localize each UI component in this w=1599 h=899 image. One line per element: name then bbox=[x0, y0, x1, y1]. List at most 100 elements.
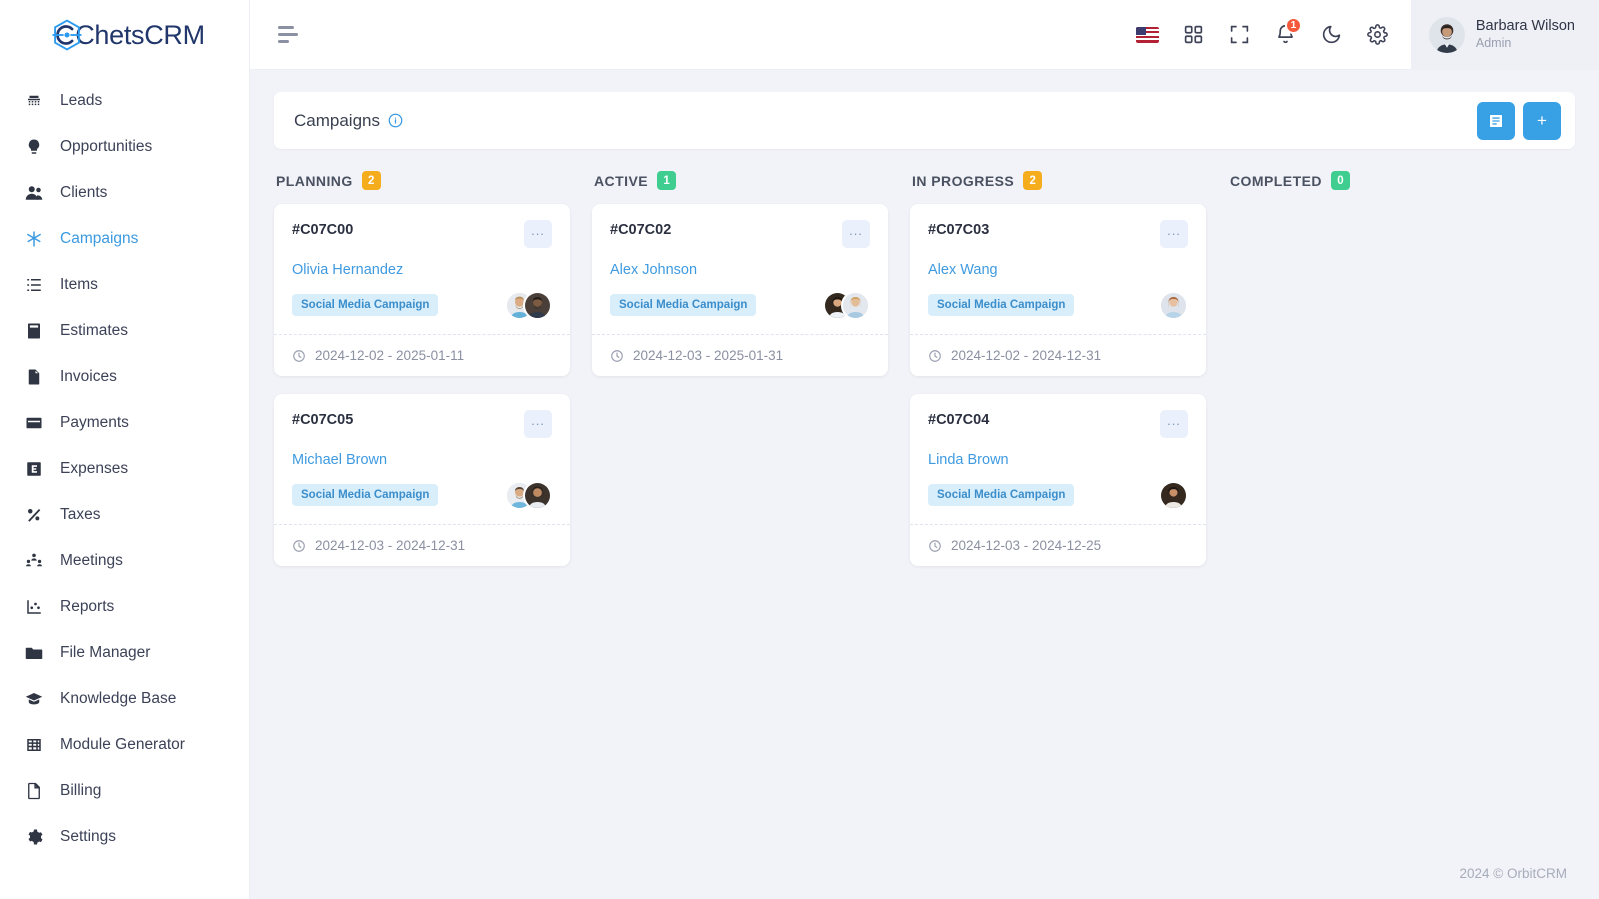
campaign-owner-link[interactable]: Linda Brown bbox=[928, 452, 1188, 468]
users-icon bbox=[24, 184, 43, 203]
hamburger-line bbox=[278, 26, 294, 29]
user-name: Barbara Wilson bbox=[1475, 18, 1575, 35]
column-title: PLANNING bbox=[276, 172, 353, 189]
card-meta: Social Media Campaign bbox=[292, 480, 552, 510]
campaign-owner-link[interactable]: Alex Johnson bbox=[610, 262, 870, 278]
card-menu-button[interactable]: ... bbox=[842, 220, 870, 248]
sidebar: ChetsCRM Leads Opportunities Clients Cam… bbox=[0, 0, 250, 899]
campaign-owner-link[interactable]: Olivia Hernandez bbox=[292, 262, 552, 278]
campaign-owner-link[interactable]: Alex Wang bbox=[928, 262, 1188, 278]
campaign-code: #C07C04 bbox=[928, 412, 990, 428]
list-icon bbox=[24, 276, 43, 295]
assignee-avatars[interactable] bbox=[1159, 290, 1188, 320]
page-header-actions: + bbox=[1477, 101, 1561, 140]
campaign-card[interactable]: #C07C04 ... Linda Brown Social Media Cam… bbox=[910, 394, 1206, 566]
campaign-card[interactable]: #C07C00 ... Olivia Hernandez Social Medi… bbox=[274, 204, 570, 376]
gear-icon bbox=[24, 828, 43, 847]
column-count-badge: 1 bbox=[657, 171, 677, 190]
assignee-avatars[interactable] bbox=[823, 290, 870, 320]
assignee-avatars[interactable] bbox=[505, 480, 552, 510]
sidebar-item-clients[interactable]: Clients bbox=[0, 170, 249, 216]
lightbulb-icon bbox=[24, 138, 43, 157]
column-header: PLANNING 2 bbox=[274, 171, 570, 190]
column-header: ACTIVE 1 bbox=[592, 171, 888, 190]
notification-badge: 1 bbox=[1284, 16, 1302, 34]
sidebar-item-invoices[interactable]: Invoices bbox=[0, 354, 249, 400]
page-title: Campaigns bbox=[294, 110, 380, 130]
apps-grid-icon[interactable] bbox=[1171, 12, 1217, 58]
sidebar-item-billing[interactable]: Billing bbox=[0, 768, 249, 814]
sidebar-item-opportunities[interactable]: Opportunities bbox=[0, 124, 249, 170]
sidebar-item-payments[interactable]: Payments bbox=[0, 400, 249, 446]
card-footer: 2024-12-03 - 2024-12-25 bbox=[910, 524, 1206, 566]
card-menu-button[interactable]: ... bbox=[1160, 410, 1188, 438]
sidebar-item-label: Opportunities bbox=[60, 138, 153, 155]
hamburger-icon[interactable] bbox=[274, 20, 302, 49]
file-icon bbox=[24, 368, 43, 387]
sidebar-item-estimates[interactable]: Estimates bbox=[0, 308, 249, 354]
sidebar-item-expenses[interactable]: Expenses bbox=[0, 446, 249, 492]
sidebar-item-label: Campaigns bbox=[60, 230, 139, 247]
kanban-board: PLANNING 2 #C07C00 ... Olivia Hernandez … bbox=[274, 171, 1575, 584]
expense-box-icon bbox=[24, 460, 43, 479]
sidebar-item-label: File Manager bbox=[60, 644, 151, 661]
campaign-code: #C07C03 bbox=[928, 222, 990, 238]
sidebar-item-file-manager[interactable]: File Manager bbox=[0, 630, 249, 676]
list-view-button[interactable] bbox=[1477, 101, 1515, 140]
sidebar-item-label: Settings bbox=[60, 828, 117, 845]
clock-icon bbox=[293, 349, 305, 362]
sidebar-item-reports[interactable]: Reports bbox=[0, 584, 249, 630]
chetscrm-logo-icon bbox=[52, 19, 82, 51]
document-icon bbox=[24, 782, 43, 801]
dark-mode-moon-icon[interactable] bbox=[1309, 12, 1355, 58]
assignee-avatars[interactable] bbox=[1159, 480, 1188, 510]
sidebar-item-module-generator[interactable]: Module Generator bbox=[0, 722, 249, 768]
sidebar-item-label: Module Generator bbox=[60, 736, 185, 753]
page-header: Campaigns + bbox=[274, 92, 1575, 149]
card-top: #C07C05 ... bbox=[292, 410, 552, 438]
column-count-badge: 2 bbox=[361, 171, 381, 190]
clock-icon bbox=[611, 349, 623, 362]
column-header: IN PROGRESS 2 bbox=[910, 171, 1206, 190]
sidebar-item-settings[interactable]: Settings bbox=[0, 814, 249, 860]
user-profile-menu[interactable]: Barbara Wilson Admin bbox=[1410, 0, 1599, 70]
card-top: #C07C03 ... bbox=[928, 220, 1188, 248]
card-menu-button[interactable]: ... bbox=[524, 410, 552, 438]
settings-gear-icon[interactable] bbox=[1355, 12, 1401, 58]
topbar: 1 Barbara Wilson Admin bbox=[250, 0, 1599, 70]
sidebar-item-knowledge-base[interactable]: Knowledge Base bbox=[0, 676, 249, 722]
sidebar-item-leads[interactable]: Leads bbox=[0, 78, 249, 124]
campaign-date-range: 2024-12-03 - 2025-01-31 bbox=[633, 348, 784, 363]
sidebar-item-label: Reports bbox=[60, 598, 115, 615]
notifications-bell-icon[interactable]: 1 bbox=[1263, 12, 1309, 58]
add-campaign-button[interactable]: + bbox=[1523, 101, 1561, 140]
card-menu-button[interactable]: ... bbox=[524, 220, 552, 248]
campaign-card[interactable]: #C07C03 ... Alex Wang Social Media Campa… bbox=[910, 204, 1206, 376]
hamburger-line bbox=[278, 33, 298, 36]
hamburger-line bbox=[278, 40, 289, 43]
avatar bbox=[1159, 480, 1188, 510]
fullscreen-icon[interactable] bbox=[1217, 12, 1263, 58]
info-circle-icon[interactable] bbox=[388, 113, 403, 128]
avatar bbox=[1428, 16, 1465, 53]
sidebar-item-campaigns[interactable]: Campaigns bbox=[0, 216, 249, 262]
asterisk-icon bbox=[24, 230, 43, 249]
brand-name: ChetsCRM bbox=[75, 19, 205, 50]
brand-logo[interactable]: ChetsCRM bbox=[0, 0, 249, 70]
main-area: 1 Barbara Wilson Admin Campaigns + PLANN… bbox=[250, 0, 1599, 899]
app-root: ChetsCRM Leads Opportunities Clients Cam… bbox=[0, 0, 1599, 899]
campaign-card[interactable]: #C07C02 ... Alex Johnson Social Media Ca… bbox=[592, 204, 888, 376]
assignee-avatars[interactable] bbox=[505, 290, 552, 320]
sidebar-item-items[interactable]: Items bbox=[0, 262, 249, 308]
campaign-date-range: 2024-12-02 - 2025-01-11 bbox=[315, 348, 465, 363]
avatar bbox=[523, 290, 552, 320]
sidebar-item-taxes[interactable]: Taxes bbox=[0, 492, 249, 538]
card-menu-button[interactable]: ... bbox=[1160, 220, 1188, 248]
campaign-owner-link[interactable]: Michael Brown bbox=[292, 452, 552, 468]
card-footer: 2024-12-03 - 2024-12-31 bbox=[274, 524, 570, 566]
sidebar-item-meetings[interactable]: Meetings bbox=[0, 538, 249, 584]
language-flag-us-icon[interactable] bbox=[1125, 12, 1171, 58]
campaign-card[interactable]: #C07C05 ... Michael Brown Social Media C… bbox=[274, 394, 570, 566]
card-top: #C07C04 ... bbox=[928, 410, 1188, 438]
kanban-column-planning: PLANNING 2 #C07C00 ... Olivia Hernandez … bbox=[274, 171, 570, 584]
